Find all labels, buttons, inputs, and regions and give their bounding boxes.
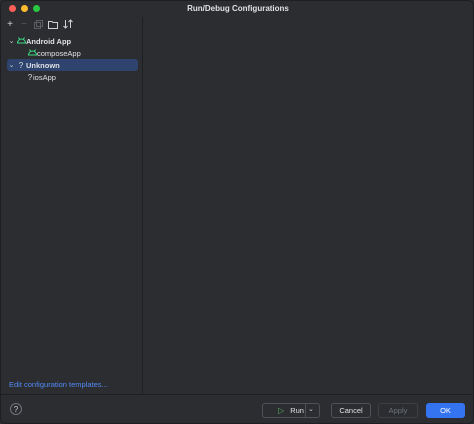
configurations-tree: ⌄ Android App composeApp ⌄ ? Unknown ? i… — [4, 32, 141, 392]
plus-icon[interactable]: + — [4, 18, 16, 30]
chevron-down-icon[interactable]: ⌄ — [308, 405, 314, 413]
tree-item-label: composeApp — [37, 48, 81, 58]
help-button[interactable]: ? — [10, 403, 22, 415]
run-button[interactable]: ▷ Run ⌄ — [262, 403, 320, 418]
tree-group-label: Unknown — [26, 60, 60, 70]
sort-icon[interactable] — [62, 18, 74, 30]
android-icon — [27, 48, 37, 58]
chevron-down-icon[interactable]: ⌄ — [7, 61, 16, 69]
ok-button[interactable]: OK — [426, 403, 465, 418]
android-icon — [16, 36, 26, 46]
configurations-toolbar: + − — [1, 17, 141, 31]
tree-group-label: Android App — [26, 36, 72, 46]
window-title: Run/Debug Configurations — [187, 4, 289, 13]
title-bar: Run/Debug Configurations — [1, 1, 473, 17]
tree-item-composeapp[interactable]: composeApp — [7, 47, 138, 59]
apply-button[interactable]: Apply — [378, 403, 418, 418]
tree-item-iosapp[interactable]: ? iosApp — [7, 71, 138, 83]
tree-item-label: iosApp — [33, 72, 56, 82]
configuration-details-panel — [142, 17, 473, 394]
edit-configuration-templates-link[interactable]: Edit configuration templates... — [9, 380, 108, 389]
question-icon: ? — [18, 60, 24, 70]
play-icon: ▷ — [278, 406, 285, 415]
tree-group-unknown[interactable]: ⌄ ? Unknown — [7, 59, 138, 71]
tree-group-android-app[interactable]: ⌄ Android App — [7, 35, 138, 47]
folder-icon[interactable] — [47, 18, 59, 30]
run-debug-configurations-dialog: Run/Debug Configurations + − ⌄ Android A… — [0, 0, 474, 424]
divider — [305, 404, 306, 417]
cancel-button[interactable]: Cancel — [331, 403, 371, 418]
copy-icon[interactable] — [32, 18, 44, 30]
chevron-down-icon[interactable]: ⌄ — [7, 37, 16, 45]
minus-icon[interactable]: − — [18, 18, 30, 30]
run-button-label: Run — [290, 406, 304, 415]
dialog-button-bar: ? ▷ Run ⌄ Cancel Apply OK — [1, 394, 473, 423]
